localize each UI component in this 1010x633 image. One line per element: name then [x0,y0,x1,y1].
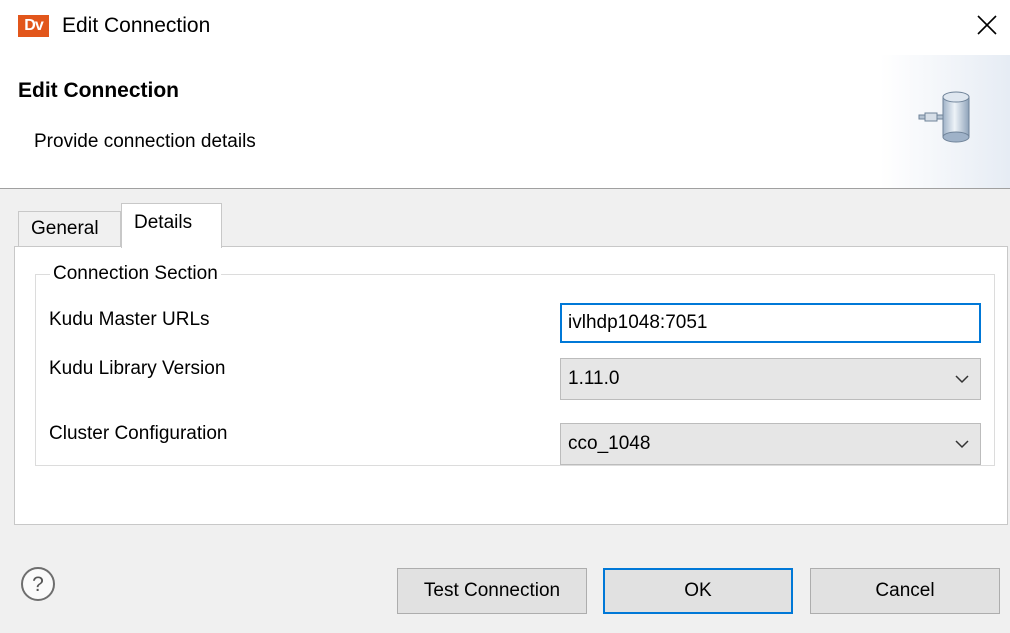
cancel-button[interactable]: Cancel [810,568,1000,614]
library-version-label: Kudu Library Version [49,358,226,379]
title-bar: Dv Edit Connection [0,0,1010,55]
library-version-select[interactable]: 1.11.0 [560,358,981,400]
svg-text:?: ? [32,573,44,596]
app-logo: Dv [18,15,49,37]
tab-details[interactable]: Details [121,203,222,248]
close-button[interactable] [972,10,1002,40]
connection-section-legend: Connection Section [50,260,221,288]
ok-button[interactable]: OK [603,568,793,614]
window-title: Edit Connection [62,14,211,37]
cluster-config-label: Cluster Configuration [49,423,228,444]
chevron-down-icon [955,375,969,384]
library-version-value: 1.11.0 [568,368,620,389]
connection-section: Connection Section Kudu Master URLs ivlh… [35,260,995,466]
cluster-config-value: cco_1048 [568,433,651,454]
master-urls-label: Kudu Master URLs [49,309,210,330]
dialog-header: Edit Connection Provide connection detai… [0,55,1010,189]
page-subtitle: Provide connection details [34,131,256,152]
page-title: Edit Connection [18,79,179,102]
test-connection-button[interactable]: Test Connection [397,568,587,614]
database-connection-icon [918,91,970,143]
master-urls-input[interactable]: ivlhdp1048:7051 [560,303,981,343]
details-panel: Connection Section Kudu Master URLs ivlh… [14,246,1008,525]
close-icon [977,15,997,35]
help-icon[interactable]: ? [20,566,56,602]
cluster-config-select[interactable]: cco_1048 [560,423,981,465]
tab-general[interactable]: General [18,211,121,246]
chevron-down-icon [955,440,969,449]
